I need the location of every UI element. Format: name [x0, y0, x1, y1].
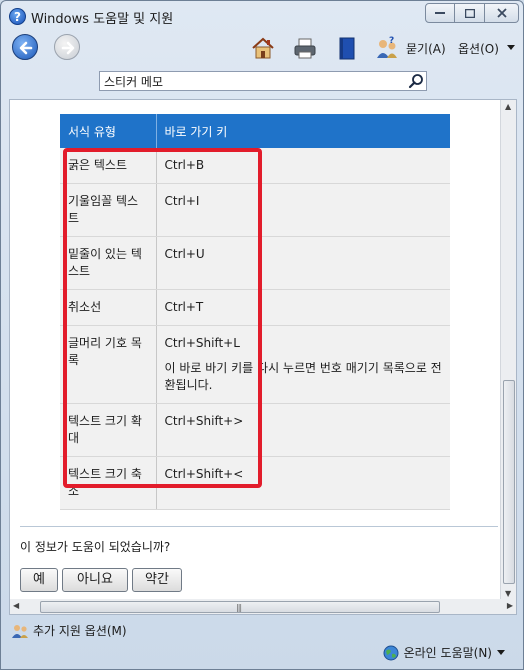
search-box	[99, 71, 427, 91]
column-header-format-type: 서식 유형	[60, 114, 157, 148]
horizontal-scroll-thumb[interactable]: |||	[40, 601, 440, 613]
horizontal-scrollbar[interactable]: ◀ ||| ▶	[9, 599, 517, 615]
ask-people-icon: ?	[377, 36, 397, 58]
minimize-button[interactable]	[425, 3, 455, 23]
print-button[interactable]	[293, 36, 317, 60]
online-help-label: 온라인 도움말(N)	[403, 646, 492, 660]
window-controls	[425, 3, 519, 23]
ask-menu[interactable]: 묻기(A)	[406, 40, 446, 57]
forward-arrow-icon	[61, 41, 75, 55]
feedback-question: 이 정보가 도움이 되었습니까?	[20, 540, 171, 554]
search-icon	[408, 74, 423, 89]
window-title: Windows 도움말 및 지원	[31, 12, 174, 27]
options-chevron-down-icon	[507, 45, 515, 50]
online-help-chevron-down-icon	[497, 649, 505, 655]
scroll-right-arrow-icon[interactable]: ▶	[507, 601, 513, 610]
feedback-no-button[interactable]: 아니요	[62, 568, 128, 592]
content-divider	[20, 526, 498, 527]
close-icon	[496, 8, 507, 18]
help-window: ? Windows 도움말 및 지원 ? 묻기(A) 옵션(O) 스티커 메모 …	[0, 0, 524, 670]
online-help-toggle[interactable]: 온라인 도움말(N)	[383, 644, 505, 661]
support-people-icon	[12, 624, 28, 638]
search-input[interactable]	[104, 72, 404, 90]
home-button[interactable]	[251, 36, 275, 60]
scroll-grip-icon: |||	[236, 603, 242, 612]
title-bar: ? Windows 도움말 및 지원	[1, 1, 523, 31]
toolbar: ? 묻기(A) 옵션(O)	[1, 29, 523, 67]
help-content: 서식 유형 바로 가기 키 굵은 텍스트 Ctrl+B 기울임꼴 텍스트 Ctr…	[9, 99, 517, 601]
back-button[interactable]	[12, 34, 38, 60]
scroll-left-arrow-icon[interactable]: ◀	[13, 601, 19, 610]
printer-icon	[294, 38, 316, 59]
vertical-scroll-thumb[interactable]	[503, 380, 515, 584]
book-icon	[339, 37, 355, 60]
minimize-icon	[435, 12, 445, 14]
ask-icon-button[interactable]: ?	[375, 36, 399, 60]
globe-icon	[383, 645, 399, 660]
column-header-shortcut-key: 바로 가기 키	[156, 114, 450, 148]
more-support-label: 추가 지원 옵션(M)	[33, 624, 127, 638]
feedback-yes-button[interactable]: 예	[20, 568, 58, 592]
help-app-icon: ?	[9, 8, 26, 25]
back-arrow-icon	[19, 41, 33, 55]
vertical-scrollbar[interactable]: ▲ ▼	[500, 100, 516, 600]
more-support-options[interactable]: 추가 지원 옵션(M)	[11, 622, 127, 639]
maximize-button[interactable]	[455, 3, 485, 23]
forward-button[interactable]	[54, 34, 80, 60]
scroll-up-arrow-icon[interactable]: ▲	[505, 102, 511, 111]
feedback-somewhat-button[interactable]: 약간	[132, 568, 182, 592]
maximize-icon	[464, 8, 475, 18]
home-icon	[252, 37, 274, 59]
close-button[interactable]	[485, 3, 519, 23]
browse-help-button[interactable]	[335, 36, 359, 60]
scroll-down-arrow-icon[interactable]: ▼	[505, 589, 511, 598]
search-button[interactable]	[408, 73, 424, 89]
svg-text:?: ?	[389, 36, 394, 46]
options-menu[interactable]: 옵션(O)	[458, 40, 499, 57]
table-header-row: 서식 유형 바로 가기 키	[60, 114, 450, 148]
highlight-annotation-box	[63, 148, 262, 488]
